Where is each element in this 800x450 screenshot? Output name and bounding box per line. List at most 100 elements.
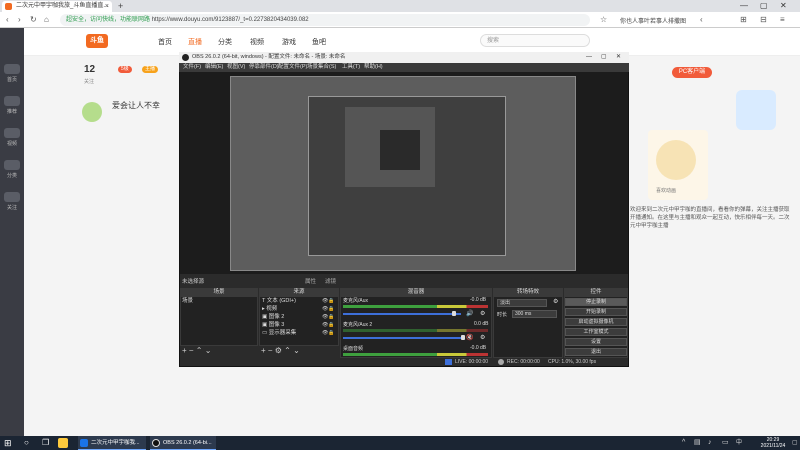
battery-icon[interactable]: ▭	[722, 438, 729, 448]
tray-expand-icon[interactable]: ^	[682, 438, 685, 448]
source-item[interactable]: ▣ 图像 3	[262, 321, 284, 329]
muted-speaker-icon[interactable]: 🔇	[466, 334, 473, 341]
notification-icon[interactable]: ▢	[792, 438, 798, 448]
mixer-channel-name: 桌面音频	[343, 346, 364, 352]
source-visibility-icons[interactable]: 👁🔒 👁🔒 👁🔒 👁🔒 👁🔒	[322, 297, 335, 337]
toolbar-icon-b[interactable]: ⊟	[760, 14, 767, 26]
douyu-logo[interactable]: 斗鱼	[86, 34, 108, 48]
mixer-channel-db: -0.0 dB	[470, 297, 487, 303]
exit-button[interactable]: 退出	[565, 348, 627, 356]
source-item[interactable]: ▸ 视频	[262, 305, 277, 313]
home-icon[interactable]: ⌂	[44, 14, 49, 26]
start-recording-button[interactable]: 开始录制	[565, 308, 627, 316]
nav-link[interactable]: 分类	[218, 37, 232, 47]
close-window-button[interactable]: ✕	[780, 0, 787, 12]
back-icon[interactable]: ‹	[6, 14, 9, 26]
address-bar[interactable]: 超安全，访问快线，功能联网路 https://www.douyu.com/912…	[60, 14, 590, 26]
menu-scene-collection[interactable]: 场景集合(S)	[307, 63, 336, 72]
volume-slider-knob[interactable]	[452, 311, 456, 316]
search-icon[interactable]: ○	[24, 438, 34, 448]
favorite-star-icon[interactable]: ☆	[600, 14, 607, 26]
sources-dock-header: 来源	[259, 288, 339, 296]
live-time: LIVE: 00:00:00	[455, 359, 489, 365]
streamer-avatar[interactable]	[82, 102, 102, 122]
close-tab-icon[interactable]: ×	[105, 1, 109, 12]
task-view-icon[interactable]: ❐	[42, 438, 52, 448]
sidebar-category-icon[interactable]	[4, 160, 20, 170]
menu-tools[interactable]: 工具(T)	[342, 63, 360, 72]
source-item[interactable]: ▣ 图像 2	[262, 313, 284, 321]
promo-banner-image[interactable]	[736, 90, 776, 130]
menu-view[interactable]: 视图(V)	[227, 63, 245, 72]
speaker-icon[interactable]: 🔊	[466, 310, 473, 317]
toolbar-back-icon[interactable]: ‹	[700, 14, 703, 26]
room-slogan: 爱会让人不幸	[112, 101, 160, 110]
source-item[interactable]: ▭ 显示器采集	[262, 329, 296, 337]
new-tab-button[interactable]: +	[118, 0, 123, 12]
obs-app-icon	[182, 54, 189, 61]
nav-link[interactable]: 视频	[250, 37, 264, 47]
menu-edit[interactable]: 编辑(E)	[205, 63, 223, 72]
transition-gear-icon[interactable]: ⚙	[553, 298, 558, 305]
properties-button[interactable]: 属性	[305, 277, 316, 285]
filters-button[interactable]: 滤镜	[325, 277, 336, 285]
taskbar-browser-app[interactable]: 二次元中甲宇咖我...	[78, 436, 146, 450]
obs-minimize-button[interactable]: —	[586, 52, 592, 63]
ime-indicator[interactable]: 中	[736, 438, 742, 448]
sidebar-home-icon[interactable]	[4, 64, 20, 74]
site-search-input[interactable]: 搜索	[480, 34, 590, 47]
sidebar-follow-icon[interactable]	[4, 192, 20, 202]
volume-slider[interactable]	[343, 313, 461, 315]
duration-label: 时长	[497, 312, 508, 318]
volume-slider[interactable]	[343, 337, 465, 339]
follower-label: 关注	[84, 79, 95, 85]
obs-maximize-button[interactable]: ▢	[601, 52, 607, 63]
refresh-icon[interactable]: ↻	[30, 14, 37, 26]
menu-docks[interactable]: 停靠部件(D)	[249, 63, 279, 72]
maximize-button[interactable]: ▢	[760, 0, 768, 12]
site-sidebar	[0, 28, 24, 436]
browser-tab[interactable]: 二次元中甲宇咖我旅_斗鱼直播直... ×	[2, 1, 112, 12]
toolbar-search-text[interactable]: 你也人事叶若事人排撒图	[620, 16, 686, 25]
menu-icon[interactable]: ≡	[780, 14, 785, 26]
volume-icon[interactable]: ♪	[708, 438, 712, 448]
taskbar-clock[interactable]: 20:29 2021/11/24	[750, 437, 796, 449]
nav-link-active[interactable]: 直播	[188, 37, 202, 47]
stop-recording-button[interactable]: 停止录制	[565, 298, 627, 306]
scenes-dock-header: 场景	[180, 288, 258, 296]
nav-link[interactable]: 鱼吧	[312, 37, 326, 47]
nav-link[interactable]: 游戏	[282, 37, 296, 47]
mixer-gear-icon[interactable]: ⚙	[480, 310, 485, 317]
scenes-add-remove-controls[interactable]: + − ⌃ ⌄	[182, 347, 211, 355]
file-explorer-icon[interactable]	[58, 438, 68, 448]
transition-duration-input[interactable]: 300 ms	[512, 310, 557, 318]
network-icon[interactable]: ▤	[694, 438, 701, 448]
studio-mode-button[interactable]: 工作室模式	[565, 328, 627, 336]
obs-title-bar: OBS 26.0.2 (64-bit, windows) - 配置文件: 未命名…	[179, 52, 629, 63]
menu-help[interactable]: 帮助(H)	[364, 63, 383, 72]
taskbar-obs-app[interactable]: OBS 26.0.2 (64-bi...	[150, 436, 216, 450]
mixer-gear-icon[interactable]: ⚙	[480, 334, 485, 341]
menu-file[interactable]: 文件(F)	[183, 63, 201, 72]
mixer-dock-header: 混音器	[340, 288, 492, 296]
sidebar-recommend-icon[interactable]	[4, 96, 20, 106]
source-item[interactable]: T 文本 (GDI+)	[262, 297, 296, 305]
start-virtual-camera-button[interactable]: 启动虚拟摄像机	[565, 318, 627, 326]
character-face	[656, 140, 696, 180]
toolbar-icon-a[interactable]: ⊞	[740, 14, 747, 26]
sidebar-video-icon[interactable]	[4, 128, 20, 138]
transition-type-select[interactable]: 淡出	[497, 299, 547, 307]
menu-profile[interactable]: 配置文件(P)	[278, 63, 307, 72]
volume-slider-knob[interactable]	[461, 335, 465, 340]
obs-close-button[interactable]: ✕	[616, 52, 621, 63]
scene-item[interactable]: 场景	[182, 297, 193, 305]
forward-icon[interactable]: ›	[18, 14, 21, 26]
start-windows-icon[interactable]: ⊞	[4, 438, 14, 448]
browser-app-icon	[80, 439, 88, 447]
settings-button[interactable]: 设置	[565, 338, 627, 346]
minimize-button[interactable]: —	[740, 0, 748, 12]
room-intro-text: 欢迎来到二次元中甲宇咖的直播间，看看你的弹幕，关注主播获取开播通知。在这里与主播…	[630, 207, 790, 229]
sources-add-remove-controls[interactable]: + − ⚙ ⌃ ⌄	[261, 347, 300, 355]
pc-client-button[interactable]: PC客户端	[672, 67, 712, 78]
nav-link[interactable]: 首页	[158, 37, 172, 47]
